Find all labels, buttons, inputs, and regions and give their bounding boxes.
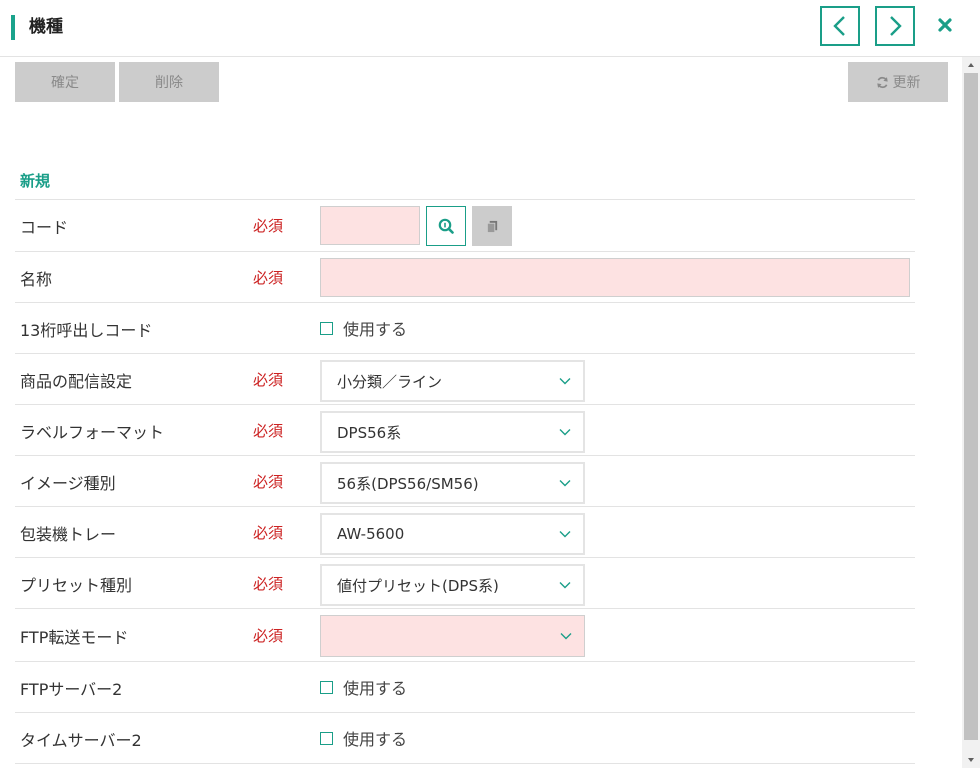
chevron-down-icon xyxy=(559,378,571,385)
delete-button[interactable]: 削除 xyxy=(119,62,219,102)
scroll-down-arrow[interactable] xyxy=(962,752,980,768)
field-label: 名称 xyxy=(20,270,53,289)
chevron-left-icon xyxy=(833,16,845,36)
field-label: 商品の配信設定 xyxy=(20,372,133,391)
required-badge: 必須 xyxy=(253,422,284,440)
form-row-ftp-mode: FTP転送モード 必須 xyxy=(15,608,915,661)
search-icon xyxy=(438,218,454,234)
ftp-server2-checkbox[interactable]: 使用する xyxy=(320,675,407,699)
field-label: 13桁呼出しコード xyxy=(20,321,153,340)
chevron-down-icon xyxy=(559,429,571,436)
delivery-setting-select[interactable]: 小分類／ライン xyxy=(320,360,585,402)
field-label: FTPサーバー2 xyxy=(20,680,123,699)
close-icon xyxy=(938,18,952,32)
close-button[interactable] xyxy=(932,12,958,38)
chevron-right-icon xyxy=(890,16,902,36)
select-value: AW-5600 xyxy=(337,525,405,543)
refresh-label: 更新 xyxy=(892,75,921,91)
code-search-button[interactable] xyxy=(426,206,466,246)
chevron-down-icon xyxy=(560,633,572,640)
checkbox-box[interactable] xyxy=(320,731,333,745)
field-label: FTP転送モード xyxy=(20,628,129,647)
field-label: 包装機トレー xyxy=(20,525,117,544)
select-value: 小分類／ライン xyxy=(337,372,443,391)
checkbox-label: 使用する xyxy=(343,730,408,749)
select-value: DPS56系 xyxy=(337,423,402,442)
copy-icon xyxy=(486,220,497,233)
checkbox-box[interactable] xyxy=(320,680,333,694)
field-label: ラベルフォーマット xyxy=(20,423,165,442)
scroll-up-arrow[interactable] xyxy=(962,57,980,73)
field-label: コード xyxy=(20,218,69,237)
code-input[interactable] xyxy=(320,206,420,245)
field-label: プリセット種別 xyxy=(20,576,133,595)
form-row-code: コード 必須 xyxy=(15,199,915,251)
form-row-image-type: イメージ種別 必須 56系(DPS56/SM56) xyxy=(15,455,915,506)
required-badge: 必須 xyxy=(253,371,284,389)
checkbox-box[interactable] xyxy=(320,321,333,335)
wrapper-tray-select[interactable]: AW-5600 xyxy=(320,513,585,555)
next-button[interactable] xyxy=(875,6,915,46)
form-row-name: 名称 必須 xyxy=(15,251,915,302)
image-type-select[interactable]: 56系(DPS56/SM56) xyxy=(320,462,585,504)
scrollbar-thumb[interactable] xyxy=(964,73,978,740)
select-value: 値付プリセット(DPS系) xyxy=(337,576,499,595)
dialog-header: 機種 xyxy=(0,0,980,57)
checkbox-label: 使用する xyxy=(343,320,408,339)
required-badge: 必須 xyxy=(253,524,284,542)
name-input[interactable] xyxy=(320,258,910,297)
header-accent-bar xyxy=(11,15,15,40)
form-row-call-code13: 13桁呼出しコード 使用する xyxy=(15,302,915,353)
page-title: 機種 xyxy=(29,17,63,37)
time-server2-checkbox[interactable]: 使用する xyxy=(320,726,407,750)
field-label: イメージ種別 xyxy=(20,474,116,493)
chevron-down-icon xyxy=(559,582,571,589)
field-label: タイムサーバー2 xyxy=(20,731,142,750)
select-value: 56系(DPS56/SM56) xyxy=(337,474,479,493)
form-row-wrapper-tray: 包装機トレー 必須 AW-5600 xyxy=(15,506,915,557)
required-badge: 必須 xyxy=(253,269,284,287)
previous-button[interactable] xyxy=(820,6,860,46)
ftp-mode-select[interactable] xyxy=(320,615,585,657)
form-row-preset-type: プリセット種別 必須 値付プリセット(DPS系) xyxy=(15,557,915,608)
checkbox-label: 使用する xyxy=(343,679,408,698)
required-badge: 必須 xyxy=(253,627,284,645)
form-row-ftp-server2: FTPサーバー2 使用する xyxy=(15,661,915,712)
required-badge: 必須 xyxy=(253,575,284,593)
chevron-down-icon xyxy=(559,480,571,487)
refresh-button[interactable]: 更新 xyxy=(848,62,948,102)
required-badge: 必須 xyxy=(253,473,284,491)
refresh-icon xyxy=(876,76,889,89)
call-code13-checkbox[interactable]: 使用する xyxy=(320,316,407,340)
confirm-button[interactable]: 確定 xyxy=(15,62,115,102)
form-row-time-server2: タイムサーバー2 使用する xyxy=(15,712,915,764)
copy-button[interactable] xyxy=(472,206,512,246)
preset-type-select[interactable]: 値付プリセット(DPS系) xyxy=(320,564,585,606)
form-row-label-format: ラベルフォーマット 必須 DPS56系 xyxy=(15,404,915,455)
label-format-select[interactable]: DPS56系 xyxy=(320,411,585,453)
form-row-delivery-setting: 商品の配信設定 必須 小分類／ライン xyxy=(15,353,915,404)
chevron-down-icon xyxy=(559,531,571,538)
required-badge: 必須 xyxy=(253,217,284,235)
section-title: 新規 xyxy=(20,172,51,190)
